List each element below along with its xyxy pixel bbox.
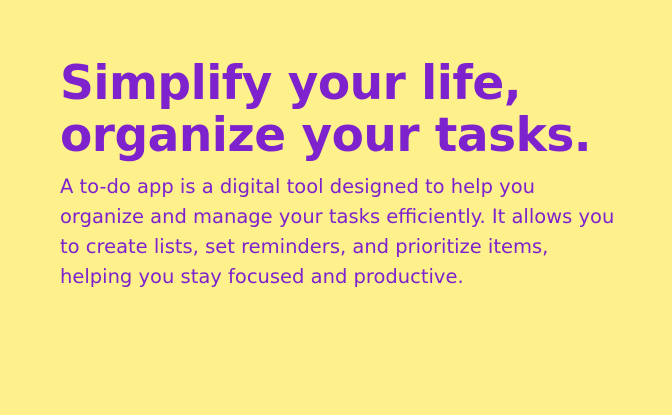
hero-description: A to-do app is a digital tool designed t…	[60, 175, 615, 288]
hero-headline-line-2: organize your tasks.	[60, 108, 592, 163]
hero-section: Simplify your life, organize your tasks.…	[60, 58, 660, 292]
hero-headline-line-1: Simplify your life,	[60, 56, 522, 111]
hero-headline: Simplify your life, organize your tasks.	[60, 58, 660, 162]
